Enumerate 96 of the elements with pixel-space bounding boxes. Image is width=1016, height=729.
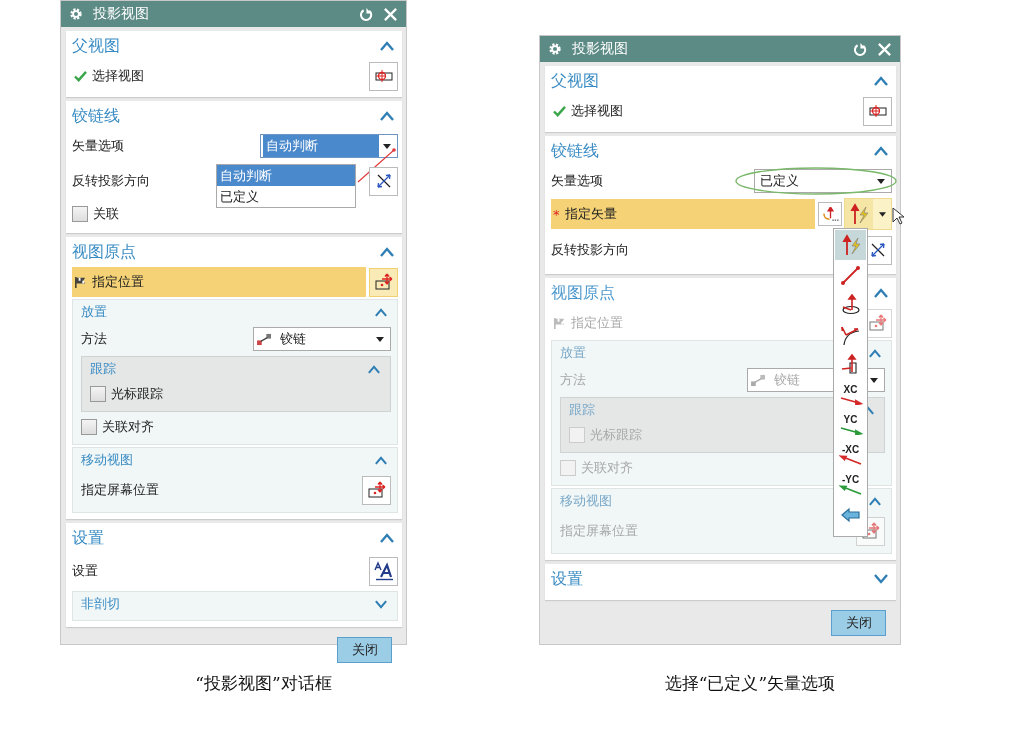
section-title[interactable]: 设置 [72,527,104,549]
section-title[interactable]: 视图原点 [72,241,136,263]
reset-icon[interactable] [358,6,373,22]
crosshair-icon [373,69,394,83]
section-title[interactable]: 父视图 [72,35,120,57]
move-point-icon [867,314,888,332]
collapse-icon[interactable] [874,76,888,86]
dropdown[interactable]: 已定义 [754,169,892,193]
field-label: 指定屏幕位置 [560,522,638,540]
hinge-icon [256,332,273,346]
caret-icon [383,143,391,149]
axis-arrow-icon [838,455,863,465]
dropdown[interactable]: 铰链 [253,327,391,351]
selection-step[interactable]: 选择视图 [551,96,860,126]
field-label: 方法 [560,371,586,389]
collapse-icon[interactable] [874,146,888,156]
figure-caption: 选择“已定义”矢量选项 [663,672,837,695]
checkbox[interactable]: 关联 [72,205,119,223]
close-button[interactable]: 关闭 [831,610,886,636]
selection-step[interactable]: * 指定矢量 [551,199,815,229]
flag-icon [74,275,87,289]
two-point-line-icon [839,264,862,286]
expand-icon[interactable] [874,574,888,584]
section-title[interactable]: 铰链线 [551,140,599,162]
selection-step[interactable]: 选择视图 [72,61,366,91]
collapse-icon[interactable] [375,307,387,317]
tool-button[interactable] [362,475,391,505]
close-icon[interactable] [383,6,398,22]
collapse-icon[interactable] [368,364,380,374]
check-icon [553,105,566,117]
dropdown-option[interactable]: 已定义 [217,186,355,207]
collapse-icon[interactable] [380,533,394,543]
move-point-icon [373,273,394,291]
select-tool-button[interactable] [863,96,892,126]
left-arrow-icon [839,506,862,524]
close-button[interactable]: 关闭 [337,637,392,663]
window-title: 投影视图 [572,40,629,58]
collapse-icon[interactable] [380,111,394,121]
vector-dialog-icon [821,206,839,222]
caret-icon [870,377,878,383]
caret-icon [376,336,384,342]
vector-type-option[interactable]: -YC [835,470,866,500]
field-label: 方法 [81,330,107,348]
expand-icon[interactable] [375,599,387,609]
curve-tangent-icon [839,324,862,346]
settings-icon[interactable] [69,7,83,21]
dropdown-option[interactable]: 自动判断 [217,165,355,186]
checkbox[interactable]: 光标跟踪 [90,385,163,403]
crosshair-icon [867,104,888,118]
group-title[interactable]: 跟踪 [90,360,116,378]
axis-arrow-icon [838,395,863,405]
hinge-icon [750,373,767,387]
select-tool-button[interactable] [369,267,398,297]
selection-step[interactable]: 指定位置 [72,267,366,297]
field-label: 矢量选项 [72,137,124,155]
required-mark: * [553,206,560,222]
checkbox[interactable]: 关联对齐 [81,418,154,436]
field-label: 矢量选项 [551,172,603,190]
caret-icon [878,211,886,217]
window-title: 投影视图 [93,5,150,23]
axis-arrow-icon [838,425,863,435]
select-tool-button[interactable] [369,61,398,91]
collapse-icon[interactable] [375,455,387,465]
field-label: 反转投影方向 [72,172,150,190]
vector-type-option[interactable]: -XC [835,440,866,470]
figure-caption: “投影视图”对话框 [194,672,333,695]
arrow-lightning-icon [848,203,870,225]
section-title[interactable]: 设置 [551,568,583,590]
vector-dialog-button[interactable] [818,202,842,226]
flip-arrows-icon [375,173,392,189]
field-label: 设置 [72,562,98,580]
flag-icon [553,316,566,330]
group-title[interactable]: 放置 [81,303,107,321]
group-title[interactable]: 非剖切 [81,595,120,613]
close-icon[interactable] [877,41,892,57]
section-title[interactable]: 铰链线 [72,105,120,127]
tool-button[interactable] [369,556,398,586]
reset-icon[interactable] [852,41,867,57]
text-style-icon [372,561,395,581]
dropdown[interactable]: 自动判断 [260,134,398,158]
settings-icon[interactable] [548,42,562,56]
section-title[interactable]: 父视图 [551,70,599,92]
flip-arrows-icon [869,242,886,258]
axis-arrow-icon [838,485,863,495]
caret-icon [877,178,885,184]
collapse-icon[interactable] [380,247,394,257]
group-title[interactable]: 移动视图 [81,451,133,469]
vector-type-option[interactable] [835,230,866,260]
field-label: 反转投影方向 [551,241,629,259]
collapse-icon[interactable] [380,41,394,51]
vector-type-option[interactable]: YC [835,410,866,440]
field-label: 指定屏幕位置 [81,481,159,499]
move-point-icon [860,522,881,540]
tool-button[interactable] [369,166,398,196]
check-icon [74,70,87,82]
move-point-icon [366,481,387,499]
